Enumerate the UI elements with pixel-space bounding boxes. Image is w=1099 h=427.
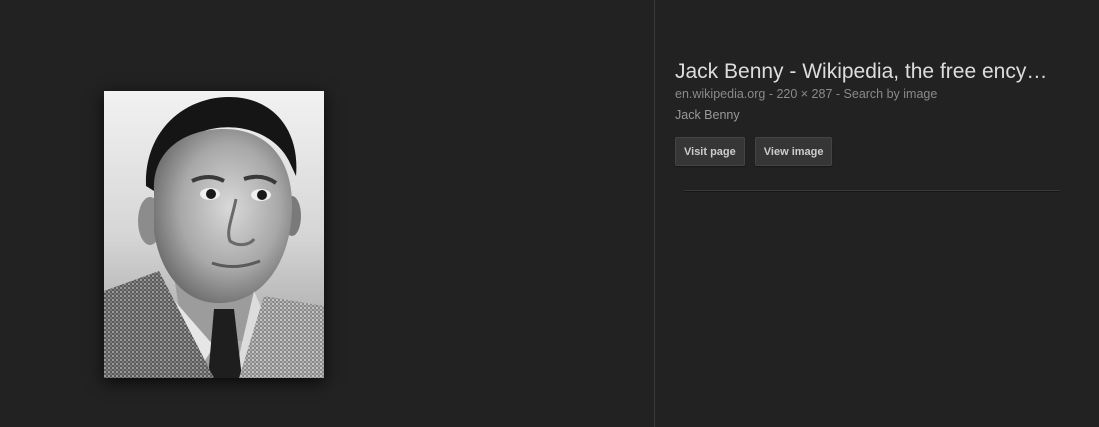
meta-separator: - (832, 87, 844, 101)
result-info: Jack Benny - Wikipedia, the free ency… e… (675, 58, 1075, 166)
section-divider (684, 190, 1060, 191)
result-title-link[interactable]: Jack Benny - Wikipedia, the free ency… (675, 58, 1070, 86)
result-description: Jack Benny (675, 108, 740, 122)
domain-link[interactable]: en.wikipedia.org (675, 87, 765, 101)
image-dimensions: 220 × 287 (776, 87, 833, 101)
panel-divider (654, 0, 655, 427)
view-image-button[interactable]: View image (754, 137, 833, 166)
result-meta: en.wikipedia.org - 220 × 287 - Search by… (675, 86, 1075, 102)
preview-image[interactable] (104, 91, 324, 378)
image-preview-area (0, 0, 654, 427)
visit-page-button[interactable]: Visit page (675, 137, 745, 166)
meta-separator: - (765, 87, 777, 101)
image-preview-panel: Jack Benny - Wikipedia, the free ency… e… (0, 0, 1099, 427)
search-by-image-link[interactable]: Search by image (844, 87, 938, 101)
action-buttons: Visit page View image (675, 137, 1075, 166)
